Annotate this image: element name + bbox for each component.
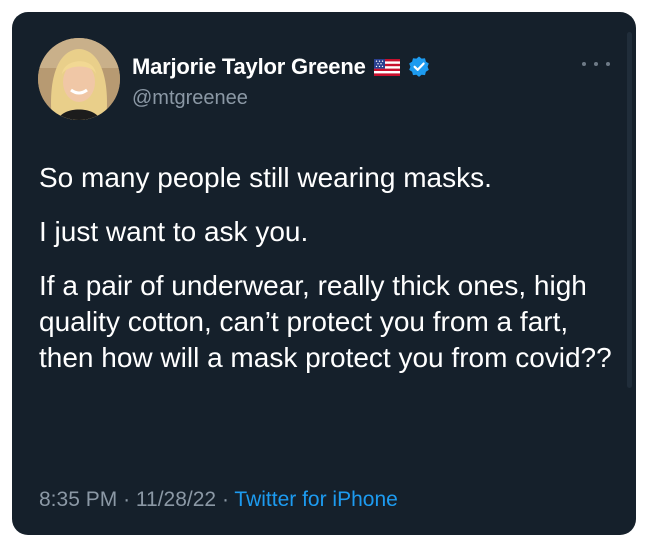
us-flag-icon — [373, 58, 400, 76]
scrollbar[interactable] — [627, 32, 632, 388]
tweet-card: Marjorie Taylor Greene @mtgreenee So man… — [12, 12, 636, 535]
tweet-paragraph: So many people still wearing masks. — [39, 162, 492, 193]
tweet-header: Marjorie Taylor Greene @mtgreenee — [38, 38, 612, 120]
tweet-text: So many people still wearing masks. I ju… — [39, 160, 619, 394]
tweet-date[interactable]: 11/28/22 — [136, 488, 216, 511]
name-row: Marjorie Taylor Greene — [132, 53, 431, 81]
more-horizontal-icon — [594, 62, 598, 66]
more-horizontal-icon — [582, 62, 586, 66]
more-horizontal-icon — [606, 62, 610, 66]
verified-badge-icon[interactable] — [407, 55, 431, 79]
separator: · — [123, 488, 131, 511]
author-handle[interactable]: @mtgreenee — [132, 87, 431, 110]
avatar-image — [38, 38, 120, 120]
more-options-button[interactable] — [582, 54, 610, 74]
tweet-metadata: 8:35 PM · 11/28/22 · Twitter for iPhone — [39, 488, 398, 512]
tweet-paragraph: I just want to ask you. — [39, 216, 309, 247]
tweet-source-link[interactable]: Twitter for iPhone — [234, 488, 397, 511]
avatar[interactable] — [38, 38, 120, 120]
separator: · — [221, 488, 229, 511]
author-info: Marjorie Taylor Greene @mtgreenee — [132, 53, 431, 110]
display-name[interactable]: Marjorie Taylor Greene — [132, 54, 366, 80]
tweet-paragraph: If a pair of underwear, really thick one… — [39, 270, 612, 373]
tweet-time[interactable]: 8:35 PM — [39, 488, 117, 511]
